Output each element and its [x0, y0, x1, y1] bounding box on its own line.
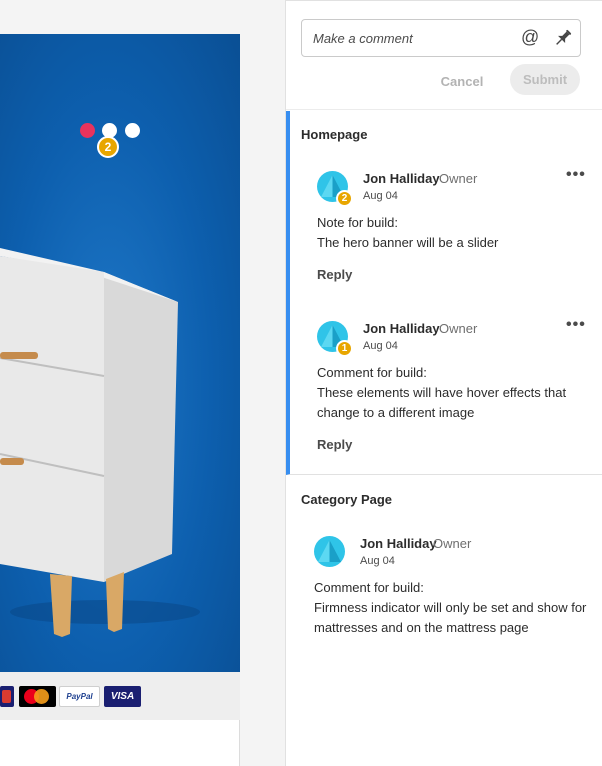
dresser-illustration — [0, 248, 200, 637]
author-role: Owner — [433, 536, 472, 551]
comment-group-homepage[interactable]: Homepage 2 Jon Halliday Owner Aug 04 •••… — [286, 111, 602, 475]
visa-icon: VISA — [104, 686, 141, 707]
reply-link[interactable]: Reply — [317, 267, 352, 282]
design-canvas: 2 PayPal VISA — [0, 0, 285, 766]
comment-author: Jon Halliday — [363, 321, 440, 336]
author-role: Owner — [439, 171, 478, 186]
comments-panel: @ Cancel Submit Homepage 2 Jon Halliday … — [285, 0, 602, 766]
comment-text: Comment for build: — [317, 365, 427, 380]
more-options-icon[interactable]: ••• — [566, 166, 586, 184]
slider-dot[interactable] — [125, 123, 140, 138]
more-options-icon[interactable]: ••• — [566, 316, 586, 334]
author-role: Owner — [439, 321, 478, 336]
comment-group-category-page[interactable]: Category Page Jon Halliday Owner Aug 04 … — [286, 476, 602, 766]
comment-input[interactable] — [302, 20, 512, 56]
hero-banner-image: 2 — [0, 34, 240, 672]
comment-date: Aug 04 — [363, 340, 398, 352]
comment-thread[interactable]: 1 Jon Halliday Owner Aug 04 ••• Comment … — [317, 316, 587, 461]
paypal-icon: PayPal — [59, 686, 100, 707]
comment-text: The hero banner will be a slider — [317, 235, 499, 250]
comment-text: Firmness indicator will only be set and … — [314, 600, 587, 615]
comment-thread[interactable]: Jon Halliday Owner Aug 04 Comment for bu… — [314, 536, 587, 646]
cancel-button[interactable]: Cancel — [431, 67, 493, 95]
comment-date: Aug 04 — [363, 190, 398, 202]
comment-date: Aug 04 — [360, 555, 395, 567]
group-title: Category Page — [301, 492, 393, 507]
comment-author: Jon Halliday — [363, 171, 440, 186]
maestro-icon — [0, 686, 14, 707]
comment-text: These elements will have hover effects t… — [317, 385, 567, 400]
mastercard-icon — [19, 686, 56, 707]
mention-icon[interactable]: @ — [521, 27, 539, 47]
comment-text: change to a different image — [317, 405, 475, 420]
divider — [286, 109, 602, 110]
comment-text: Note for build: — [317, 215, 398, 230]
comment-text: Comment for build: — [314, 580, 424, 595]
comment-text: mattresses and on the mattress page — [314, 620, 529, 635]
comment-number-badge: 1 — [336, 340, 353, 357]
avatar — [314, 536, 345, 567]
comment-thread[interactable]: 2 Jon Halliday Owner Aug 04 ••• Note for… — [317, 166, 587, 291]
comment-number-badge: 2 — [336, 190, 353, 207]
submit-button[interactable]: Submit — [510, 64, 580, 95]
reply-link[interactable]: Reply — [317, 437, 352, 452]
comment-pin-red[interactable] — [80, 123, 95, 138]
pin-icon[interactable] — [553, 28, 573, 48]
comment-composer: @ — [301, 19, 581, 57]
comment-author: Jon Halliday — [360, 536, 437, 551]
comment-pin-badge[interactable]: 2 — [97, 136, 119, 158]
payment-methods-bar: PayPal VISA — [0, 672, 240, 720]
group-title: Homepage — [301, 127, 368, 142]
